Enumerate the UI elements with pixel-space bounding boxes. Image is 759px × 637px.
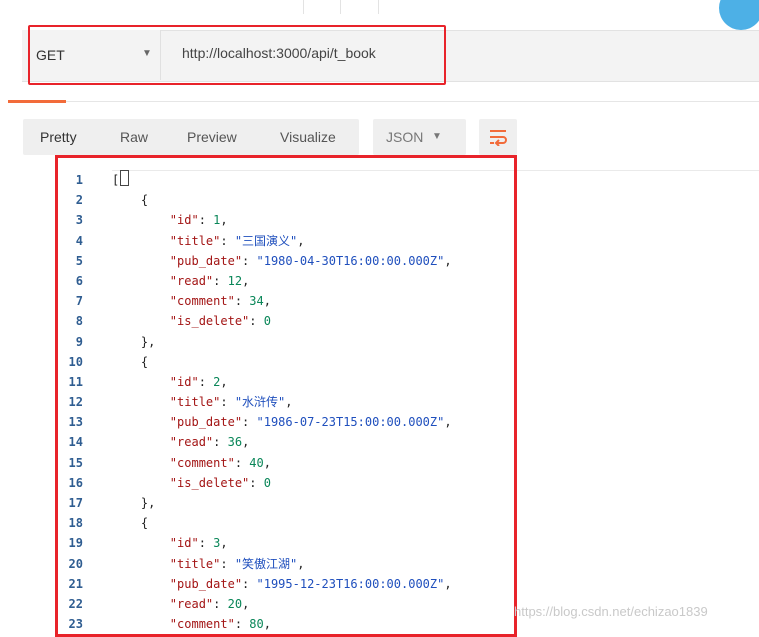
tab-visualize[interactable]: Visualize <box>280 129 336 145</box>
tab-separator <box>303 0 304 14</box>
tab-separator <box>378 0 379 14</box>
format-label: JSON <box>386 129 424 145</box>
tab-preview[interactable]: Preview <box>187 129 237 145</box>
highlight-box-request <box>28 25 446 85</box>
highlight-box-response <box>55 155 517 637</box>
wrap-lines-button[interactable] <box>479 119 517 155</box>
active-tab-indicator <box>8 100 66 103</box>
top-strip <box>0 0 759 30</box>
watermark: https://blog.csdn.net/echizao1839 <box>514 604 708 619</box>
tabs-divider <box>8 101 759 102</box>
tab-pretty[interactable]: Pretty <box>40 129 77 145</box>
user-avatar[interactable] <box>719 0 759 30</box>
chevron-down-icon: ▼ <box>432 131 442 142</box>
tab-raw[interactable]: Raw <box>120 129 148 145</box>
tab-separator <box>340 0 341 14</box>
wrap-lines-icon <box>490 130 507 146</box>
